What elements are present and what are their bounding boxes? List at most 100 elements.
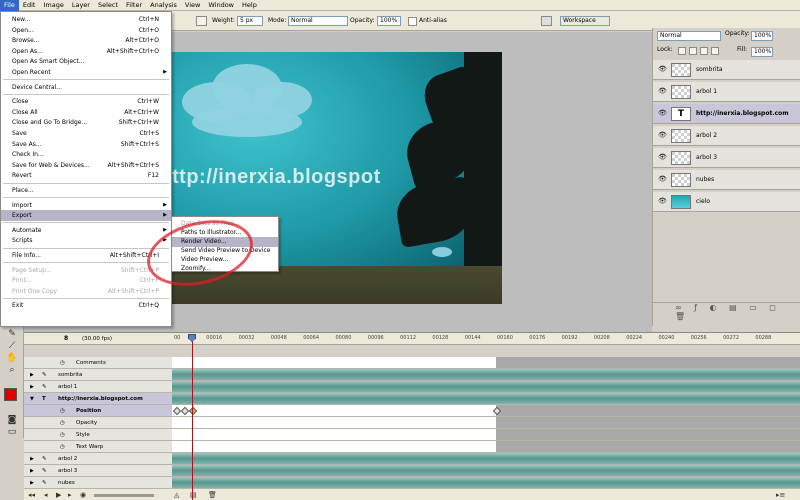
zoom-tool-icon[interactable]: ⌕ (6, 364, 18, 376)
timeline-row[interactable]: ▶ ✎ sombrita (24, 369, 172, 381)
visibility-eye-icon[interactable]: 👁 (658, 109, 667, 118)
antialias-checkbox[interactable] (408, 17, 417, 26)
lock-pixels-button[interactable] (689, 47, 697, 55)
play-button[interactable]: ▶ (56, 491, 61, 499)
expand-triangle-icon[interactable]: ▶ (30, 477, 34, 489)
delete-button[interactable]: 🗑 (208, 491, 217, 499)
timeline-track[interactable] (172, 381, 800, 393)
layer-row[interactable]: 👁 Thttp://inerxia.blogspot.com (653, 104, 800, 124)
file-menu-item[interactable]: Open... Ctrl+O (1, 25, 171, 36)
menu-analysis[interactable]: Analysis (146, 0, 181, 11)
file-menu-item[interactable]: Print... Ctrl+P (1, 275, 171, 286)
file-menu-item[interactable]: Scripts ▶ (1, 235, 171, 246)
visibility-eye-icon[interactable]: 👁 (658, 87, 667, 96)
visibility-eye-icon[interactable]: 👁 (658, 65, 667, 74)
timeline-row[interactable]: ▶ ✎ arbol 1 (24, 381, 172, 393)
timeline-track[interactable] (172, 417, 800, 429)
layer-opacity-input[interactable]: 100% (751, 31, 773, 41)
file-menu-item[interactable]: Open As... Alt+Shift+Ctrl+O (1, 46, 171, 57)
audio-icon[interactable]: ◉ (80, 491, 86, 499)
file-menu-item[interactable]: Place... (1, 185, 171, 196)
menu-file[interactable]: File (0, 0, 19, 11)
file-menu-item[interactable]: File Info... Alt+Shift+Ctrl+I (1, 250, 171, 261)
prev-frame-button[interactable]: ◂ (44, 491, 48, 499)
file-menu-item[interactable]: Save As... Shift+Ctrl+S (1, 139, 171, 150)
timeline-row[interactable]: ◷ Position (24, 405, 172, 417)
lock-position-button[interactable] (700, 47, 708, 55)
fill-input[interactable]: 100% (751, 47, 773, 57)
menu-image[interactable]: Image (39, 0, 67, 11)
keyframe-marker[interactable] (492, 406, 502, 416)
file-menu-item[interactable]: Automate ▶ (1, 225, 171, 236)
timeline-row[interactable]: ◷ Style (24, 429, 172, 441)
layer-row[interactable]: 👁 arbol 3 (653, 148, 800, 168)
file-menu-item[interactable]: Exit Ctrl+Q (1, 300, 171, 311)
expand-triangle-icon[interactable]: ▶ (30, 381, 34, 393)
mode-select[interactable]: Normal (288, 16, 348, 26)
layer-row[interactable]: 👁 arbol 1 (653, 82, 800, 102)
zoom-slider[interactable] (94, 494, 154, 497)
expand-triangle-icon[interactable]: ▶ (30, 369, 34, 381)
file-menu-item[interactable]: Page Setup... Shift+Ctrl+P (1, 265, 171, 276)
shape-picker-button[interactable] (196, 16, 207, 26)
file-menu-item[interactable]: Revert F12 (1, 170, 171, 181)
new-layer-button[interactable]: ▤ (190, 491, 197, 499)
file-menu-item[interactable]: New... Ctrl+N (1, 14, 171, 25)
timeline-row[interactable]: ▼ Thttp://inerxia.blogspot.com (24, 393, 172, 405)
opacity-input[interactable]: 100% (377, 16, 401, 26)
menu-help[interactable]: Help (238, 0, 261, 11)
stopwatch-icon[interactable]: ◷ (60, 441, 65, 453)
file-menu-item[interactable]: Check In... (1, 149, 171, 160)
file-menu-item[interactable]: Save for Web & Devices... Alt+Shift+Ctrl+… (1, 160, 171, 171)
layer-row[interactable]: 👁 sombrita (653, 60, 800, 80)
file-menu-item[interactable]: Browse... Alt+Ctrl+O (1, 35, 171, 46)
expand-triangle-icon[interactable]: ▶ (30, 465, 34, 477)
stopwatch-icon[interactable]: ◷ (60, 357, 65, 369)
visibility-eye-icon[interactable]: 👁 (658, 153, 667, 162)
timeline-track[interactable] (172, 357, 800, 369)
menu-edit[interactable]: Edit (19, 0, 40, 11)
visibility-eye-icon[interactable]: 👁 (658, 175, 667, 184)
onion-skin-button[interactable]: ◬ (174, 491, 179, 499)
file-menu-item[interactable]: Device Central... (1, 82, 171, 93)
timeline-row[interactable]: ▶ ✎ nubes (24, 477, 172, 489)
workspace-button[interactable]: Workspace (560, 16, 610, 26)
layer-row[interactable]: 👁 nubes (653, 170, 800, 190)
stopwatch-icon[interactable]: ◷ (60, 429, 65, 441)
expand-triangle-icon[interactable]: ▶ (30, 453, 34, 465)
timeline-track[interactable] (172, 369, 800, 381)
file-menu-item[interactable]: Import ▶ (1, 200, 171, 211)
file-menu-item[interactable]: Save Ctrl+S (1, 128, 171, 139)
layer-row[interactable]: 👁 arbol 2 (653, 126, 800, 146)
weight-input[interactable]: 5 px (237, 16, 263, 26)
timeline-row[interactable]: ◷ Text Warp (24, 441, 172, 453)
lock-transparency-button[interactable] (678, 47, 686, 55)
timeline-track[interactable] (172, 477, 800, 489)
file-menu-item[interactable]: Close Ctrl+W (1, 96, 171, 107)
expand-triangle-icon[interactable]: ▼ (30, 393, 34, 405)
timeline-track[interactable] (172, 465, 800, 477)
screen-mode-icon[interactable]: ▭ (6, 426, 18, 438)
visibility-eye-icon[interactable]: 👁 (658, 131, 667, 140)
panel-menu-icon[interactable]: ▸≡ (776, 491, 785, 499)
timeline-track[interactable] (172, 441, 800, 453)
menu-window[interactable]: Window (204, 0, 238, 11)
blend-mode-select[interactable]: Normal (657, 31, 721, 41)
timeline-row[interactable]: ◷ Comments (24, 357, 172, 369)
timeline-ruler[interactable]: 00 00016 00032 00048 00064 00080 00096 00112 001… (172, 333, 800, 345)
file-menu-item[interactable]: Open As Smart Object... (1, 56, 171, 67)
file-menu-item[interactable]: Close and Go To Bridge... Shift+Ctrl+W (1, 117, 171, 128)
quick-mask-icon[interactable]: ◙ (6, 414, 18, 426)
visibility-eye-icon[interactable]: 👁 (658, 197, 667, 206)
eyedropper-tool-icon[interactable]: ⟋ (6, 340, 18, 352)
timeline-track[interactable] (172, 429, 800, 441)
menu-view[interactable]: View (181, 0, 204, 11)
timeline-row[interactable]: ▶ ✎ arbol 3 (24, 465, 172, 477)
next-frame-button[interactable]: ▸ (68, 491, 72, 499)
palette-well-icon[interactable] (541, 16, 552, 26)
keyframe-marker[interactable] (188, 406, 198, 416)
notes-tool-icon[interactable]: ✎ (6, 328, 18, 340)
stopwatch-icon[interactable]: ◷ (60, 405, 65, 417)
file-menu-item[interactable]: Export ▶ (1, 210, 171, 222)
hand-tool-icon[interactable]: ✋ (6, 352, 18, 364)
